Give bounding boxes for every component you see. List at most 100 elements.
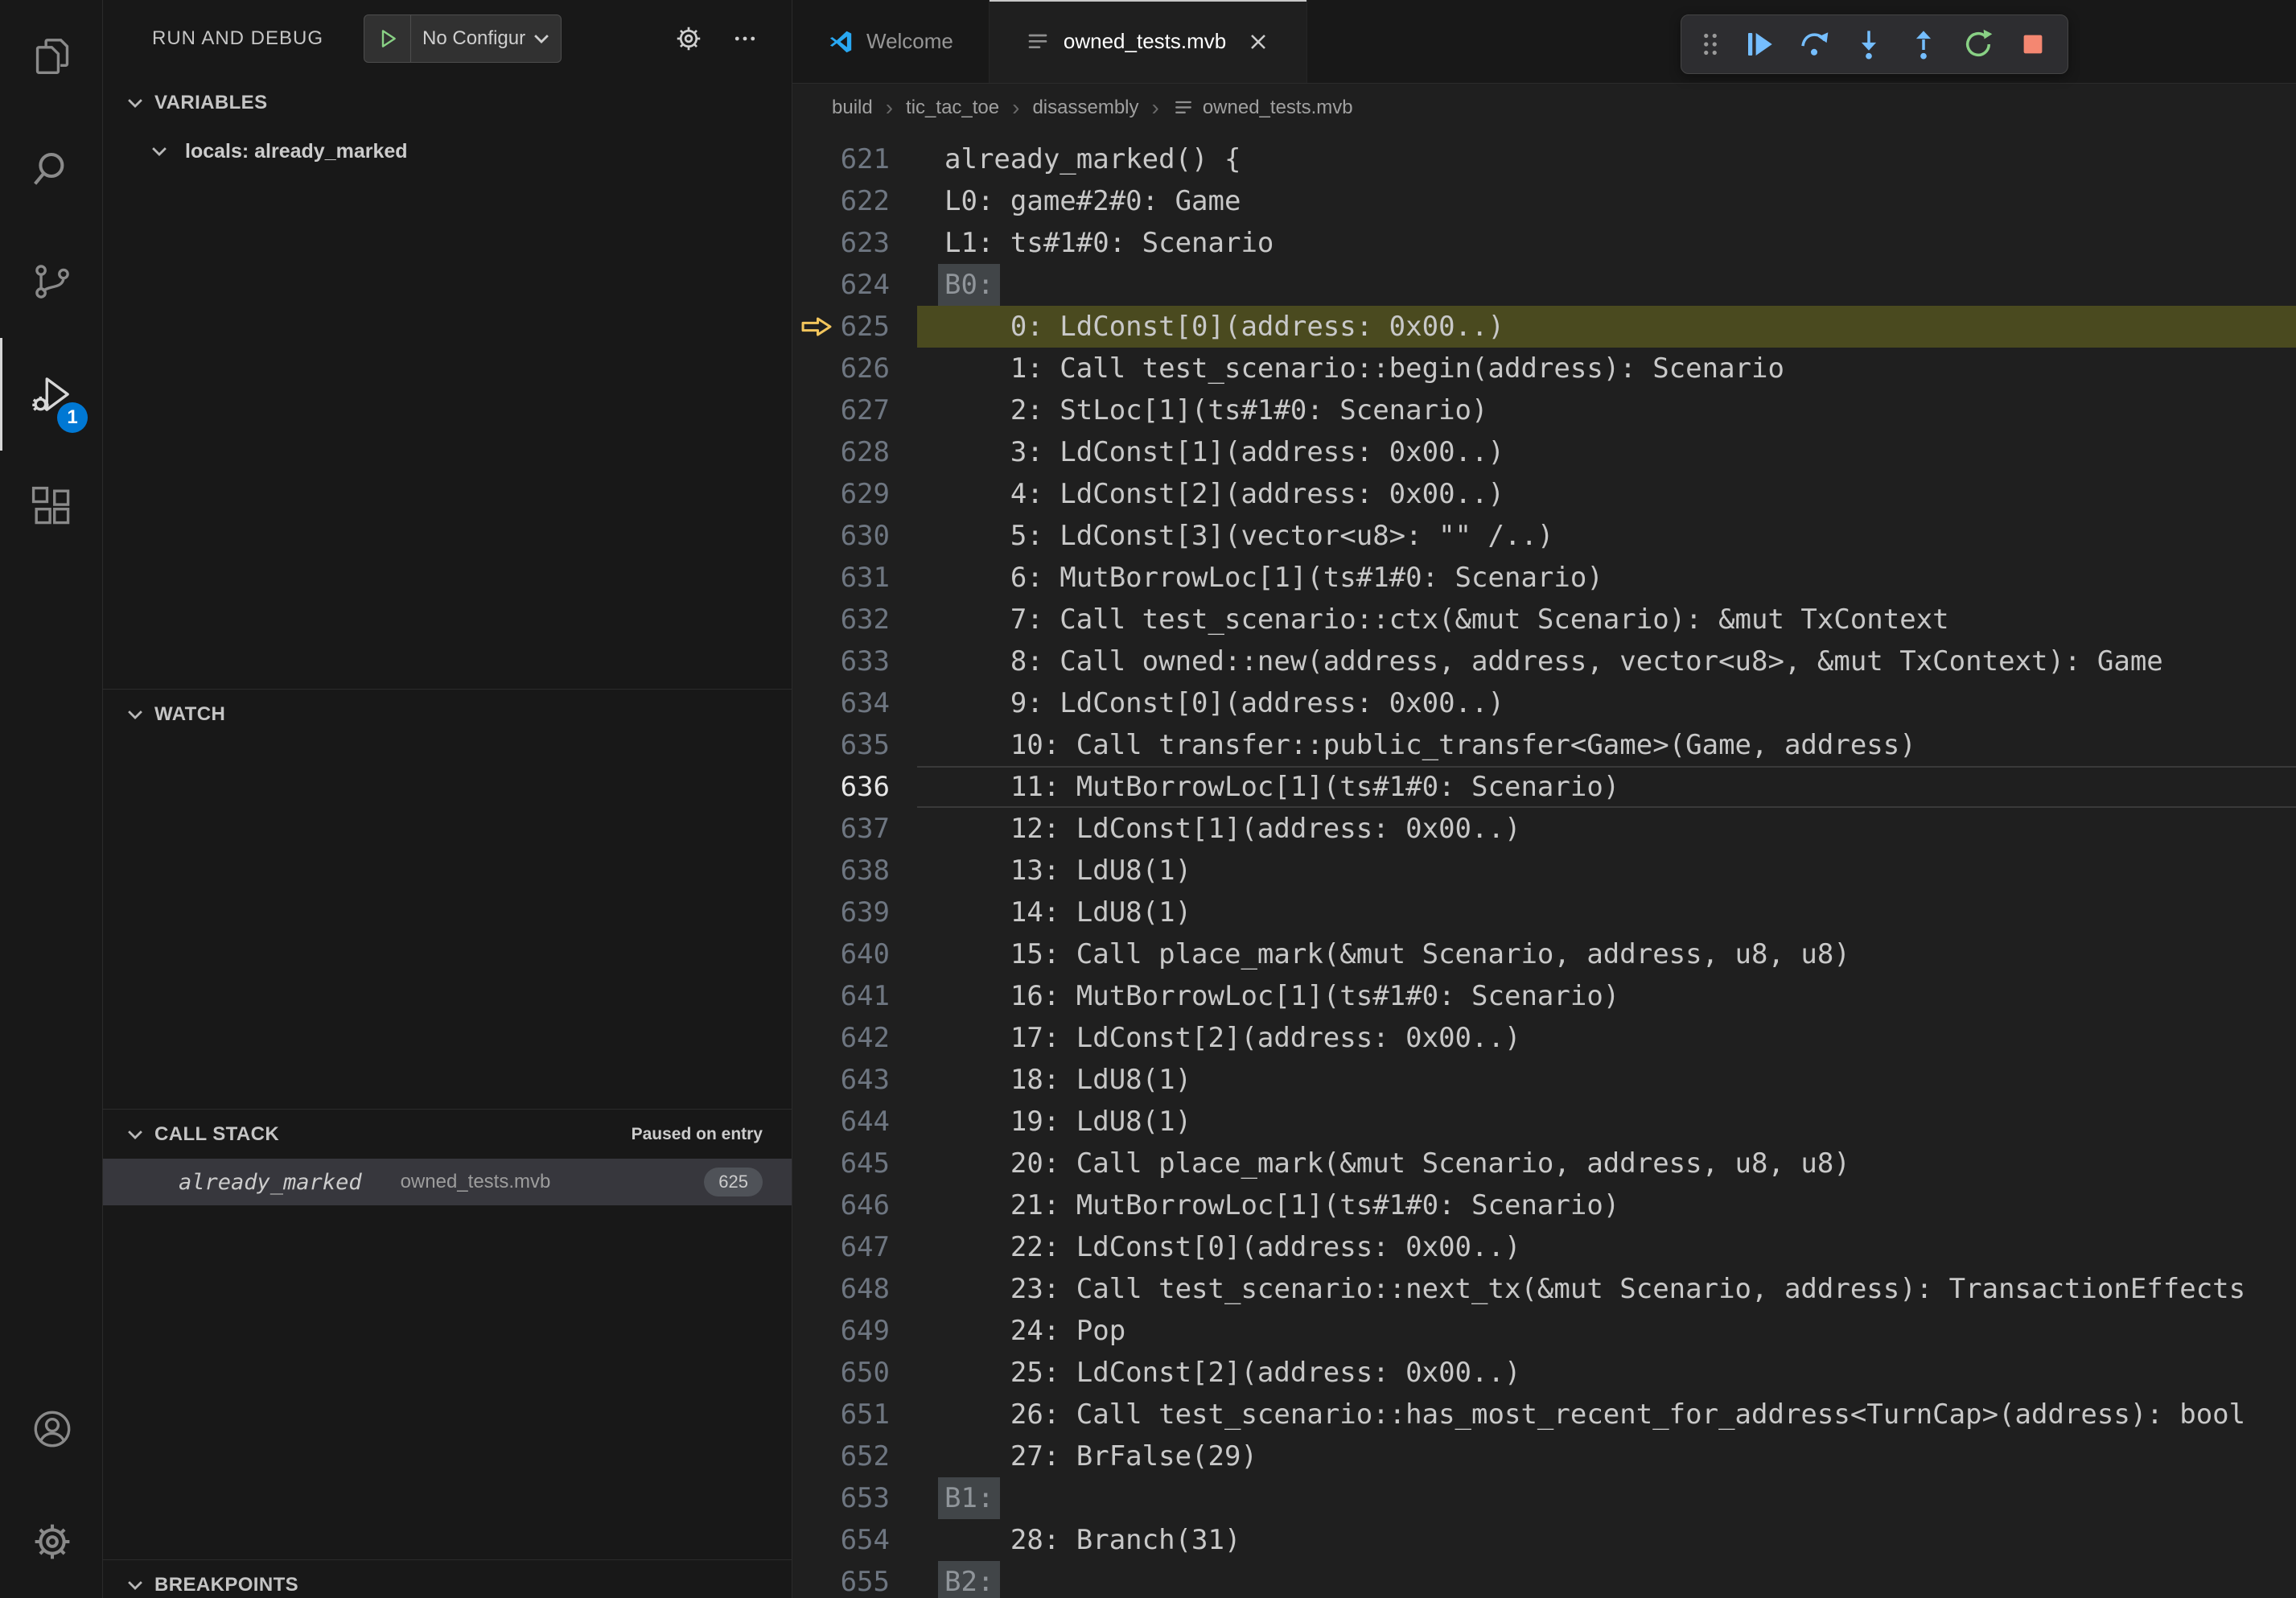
code-text[interactable]: B2: — [917, 1561, 2296, 1598]
gutter-line-632[interactable]: 632 — [792, 599, 917, 640]
more-actions-icon[interactable] — [730, 24, 759, 53]
gutter-line-624[interactable]: 624 — [792, 264, 917, 306]
gutter-line-636[interactable]: 636 — [792, 766, 917, 808]
gutter-line-634[interactable]: 634 — [792, 682, 917, 724]
variables-scope-row[interactable]: locals: already_marked — [103, 129, 792, 174]
activity-bar-item-run-and-debug[interactable]: 1 — [0, 338, 102, 451]
breadcrumb-item-owned-tests-mvb[interactable]: owned_tests.mvb — [1172, 97, 1353, 119]
code-text[interactable]: L1: ts#1#0: Scenario — [917, 222, 2296, 264]
debug-config-dropdown[interactable]: No Configur — [364, 14, 562, 63]
activity-bar-item-source-control[interactable] — [0, 225, 102, 338]
code-text[interactable]: 7: Call test_scenario::ctx(&mut Scenario… — [917, 599, 2296, 640]
gutter-line-638[interactable]: 638 — [792, 850, 917, 892]
debug-restart-button[interactable] — [1953, 19, 2003, 69]
close-icon[interactable] — [1245, 29, 1271, 55]
breadcrumb-item-build[interactable]: build — [832, 97, 873, 119]
code-text[interactable]: 23: Call test_scenario::next_tx(&mut Sce… — [917, 1268, 2296, 1310]
gutter-line-633[interactable]: 633 — [792, 640, 917, 682]
gutter-line-635[interactable]: 635 — [792, 724, 917, 766]
code-text[interactable]: 15: Call place_mark(&mut Scenario, addre… — [917, 933, 2296, 975]
code-text[interactable]: 5: LdConst[3](vector<u8>: "" /..) — [917, 515, 2296, 557]
gutter-line-621[interactable]: 621 — [792, 138, 917, 180]
tab-owned-tests-mvb[interactable]: owned_tests.mvb — [990, 0, 1307, 83]
gutter-line-639[interactable]: 639 — [792, 892, 917, 933]
gutter-line-623[interactable]: 623 — [792, 222, 917, 264]
code-text[interactable]: 4: LdConst[2](address: 0x00..) — [917, 473, 2296, 515]
gutter-line-637[interactable]: 637 — [792, 808, 917, 850]
code-text[interactable]: 26: Call test_scenario::has_most_recent_… — [917, 1394, 2296, 1435]
gutter-line-649[interactable]: 649 — [792, 1310, 917, 1352]
activity-bar-item-search[interactable] — [0, 113, 102, 225]
activity-bar-item-settings[interactable] — [0, 1485, 102, 1598]
gutter-line-643[interactable]: 643 — [792, 1059, 917, 1101]
call-stack-frame-row[interactable]: already_marked owned_tests.mvb 625 — [103, 1159, 792, 1205]
tab-welcome[interactable]: Welcome — [792, 0, 990, 83]
gutter-line-652[interactable]: 652 — [792, 1435, 917, 1477]
gutter-line-629[interactable]: 629 — [792, 473, 917, 515]
gutter-line-644[interactable]: 644 — [792, 1101, 917, 1143]
code-text[interactable]: 10: Call transfer::public_transfer<Game>… — [917, 724, 2296, 766]
gutter-line-622[interactable]: 622 — [792, 180, 917, 222]
breadcrumb-item-tic-tac-toe[interactable]: tic_tac_toe — [906, 97, 999, 119]
code-text[interactable]: B0: — [917, 264, 2296, 306]
code-text[interactable]: 19: LdU8(1) — [917, 1101, 2296, 1143]
variables-section-header[interactable]: VARIABLES — [103, 77, 792, 129]
code-text[interactable]: 8: Call owned::new(address, address, vec… — [917, 640, 2296, 682]
activity-bar-item-account[interactable] — [0, 1373, 102, 1485]
gutter-line-651[interactable]: 651 — [792, 1394, 917, 1435]
code-text[interactable]: 13: LdU8(1) — [917, 850, 2296, 892]
code-text[interactable]: 16: MutBorrowLoc[1](ts#1#0: Scenario) — [917, 975, 2296, 1017]
code-text[interactable]: 12: LdConst[1](address: 0x00..) — [917, 808, 2296, 850]
debug-continue-button[interactable] — [1734, 19, 1784, 69]
gutter-line-653[interactable]: 653 — [792, 1477, 917, 1519]
code-text[interactable]: 9: LdConst[0](address: 0x00..) — [917, 682, 2296, 724]
code-text[interactable]: 24: Pop — [917, 1310, 2296, 1352]
gutter-line-631[interactable]: 631 — [792, 557, 917, 599]
gutter-line-647[interactable]: 647 — [792, 1226, 917, 1268]
gutter-line-650[interactable]: 650 — [792, 1352, 917, 1394]
code-text[interactable]: 1: Call test_scenario::begin(address): S… — [917, 348, 2296, 389]
code-text[interactable]: 28: Branch(31) — [917, 1519, 2296, 1561]
call-stack-section-header[interactable]: CALL STACK Paused on entry — [103, 1109, 792, 1159]
gutter-line-641[interactable]: 641 — [792, 975, 917, 1017]
watch-section-header[interactable]: WATCH — [103, 689, 792, 739]
code-text[interactable]: 2: StLoc[1](ts#1#0: Scenario) — [917, 389, 2296, 431]
code-text[interactable]: 18: LdU8(1) — [917, 1059, 2296, 1101]
gutter-line-640[interactable]: 640 — [792, 933, 917, 975]
gutter-line-646[interactable]: 646 — [792, 1184, 917, 1226]
gutter-line-642[interactable]: 642 — [792, 1017, 917, 1059]
code-text[interactable]: 3: LdConst[1](address: 0x00..) — [917, 431, 2296, 473]
code-text[interactable]: 20: Call place_mark(&mut Scenario, addre… — [917, 1143, 2296, 1184]
gutter-line-654[interactable]: 654 — [792, 1519, 917, 1561]
debug-settings-gear-icon[interactable] — [674, 24, 703, 53]
debug-step-into-button[interactable] — [1844, 19, 1894, 69]
code-text[interactable]: 27: BrFalse(29) — [917, 1435, 2296, 1477]
code-text[interactable]: already_marked() { — [917, 138, 2296, 180]
code-text[interactable]: 21: MutBorrowLoc[1](ts#1#0: Scenario) — [917, 1184, 2296, 1226]
debug-toolbar-drag-handle[interactable] — [1691, 19, 1730, 69]
gutter-line-627[interactable]: 627 — [792, 389, 917, 431]
breakpoints-section-header[interactable]: BREAKPOINTS — [103, 1559, 792, 1598]
activity-bar-item-explorer[interactable] — [0, 0, 102, 113]
gutter-line-626[interactable]: 626 — [792, 348, 917, 389]
code-text[interactable]: 25: LdConst[2](address: 0x00..) — [917, 1352, 2296, 1394]
gutter-line-655[interactable]: 655 — [792, 1561, 917, 1598]
gutter-line-625[interactable]: 625 — [792, 306, 917, 348]
code-text[interactable]: 11: MutBorrowLoc[1](ts#1#0: Scenario) — [917, 766, 2296, 808]
gutter-line-648[interactable]: 648 — [792, 1268, 917, 1310]
activity-bar-item-extensions[interactable] — [0, 451, 102, 563]
debug-step-out-button[interactable] — [1899, 19, 1948, 69]
code-text[interactable]: 14: LdU8(1) — [917, 892, 2296, 933]
code-text[interactable]: B1: — [917, 1477, 2296, 1519]
start-debugging-button[interactable] — [364, 15, 411, 62]
debug-step-over-button[interactable] — [1789, 19, 1839, 69]
code-text[interactable]: L0: game#2#0: Game — [917, 180, 2296, 222]
gutter-line-628[interactable]: 628 — [792, 431, 917, 473]
breadcrumb-item-disassembly[interactable]: disassembly — [1032, 97, 1138, 119]
code-text[interactable]: 17: LdConst[2](address: 0x00..) — [917, 1017, 2296, 1059]
gutter-line-630[interactable]: 630 — [792, 515, 917, 557]
gutter-line-645[interactable]: 645 — [792, 1143, 917, 1184]
code-text[interactable]: 0: LdConst[0](address: 0x00..) — [917, 306, 2296, 348]
debug-stop-button[interactable] — [2008, 19, 2058, 69]
code-text[interactable]: 6: MutBorrowLoc[1](ts#1#0: Scenario) — [917, 557, 2296, 599]
